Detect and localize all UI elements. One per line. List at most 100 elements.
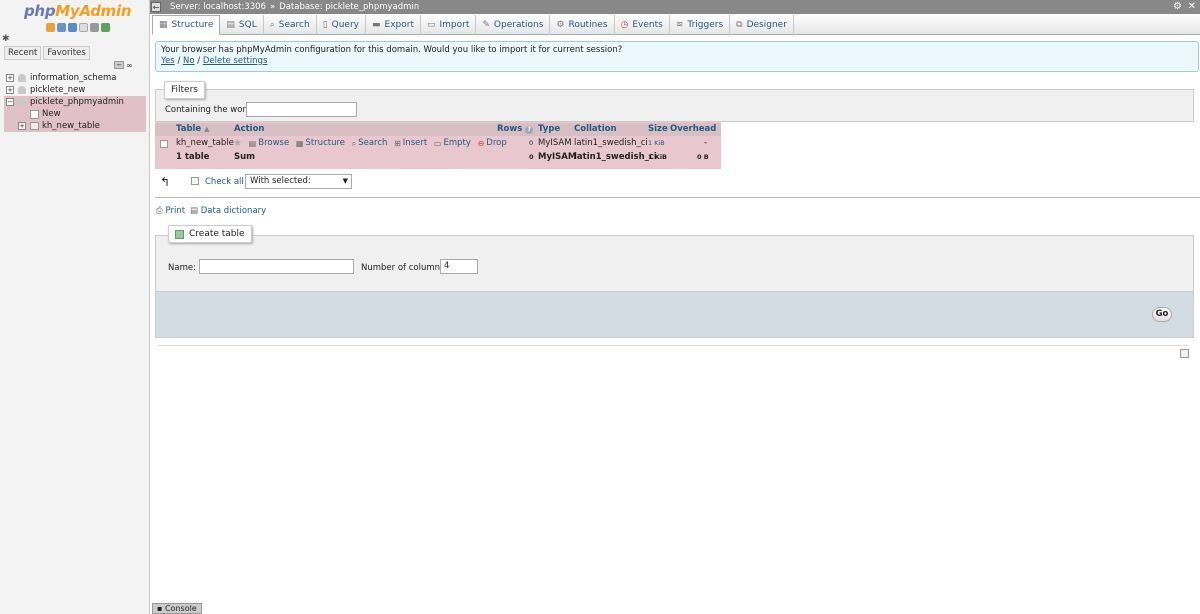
reload-icon[interactable]: [101, 23, 110, 32]
phpmyadmin-logo[interactable]: phpMyAdmin: [24, 2, 132, 20]
help-icon[interactable]: ?: [525, 126, 534, 134]
docs-icon[interactable]: [79, 23, 88, 32]
console-toggle[interactable]: ▪ Console: [152, 603, 202, 614]
table-sum-row: 1 table Sum 0 MyISAM latin1_swedish_ci 1…: [155, 151, 721, 164]
tab-search[interactable]: ⌕ Search: [264, 15, 317, 35]
collapse-nav-button[interactable]: ←: [151, 2, 161, 12]
tab-import[interactable]: ▭ Import: [421, 15, 477, 35]
empty-action[interactable]: ▭ Empty: [434, 137, 471, 150]
notice-no-link[interactable]: No: [183, 56, 195, 66]
home-icon[interactable]: [46, 23, 55, 32]
go-button[interactable]: Go: [1152, 307, 1172, 322]
favorite-star-icon[interactable]: ★: [233, 137, 242, 150]
empty-icon: ▭: [433, 139, 442, 148]
row-size[interactable]: 1 KiB: [648, 137, 665, 150]
tree-item-information-schema[interactable]: + information_schema: [0, 72, 150, 84]
expand-icon[interactable]: +: [18, 122, 26, 130]
with-selected-dropdown[interactable]: With selected: ▼: [245, 174, 352, 189]
table-list: Table ▲ Action Rows ? Type Collation Siz…: [155, 122, 721, 169]
filters-legend: Filters: [164, 81, 205, 99]
wrench-icon: ✎: [482, 20, 490, 30]
tree-item-kh-new-table[interactable]: + kh_new_table: [4, 120, 146, 132]
structure-icon: ▦: [159, 20, 168, 30]
table-name-link[interactable]: kh_new_table: [176, 137, 234, 150]
tab-favorites[interactable]: Favorites: [43, 46, 90, 60]
tab-designer[interactable]: ⧉ Designer: [730, 15, 794, 35]
page-settings-icon[interactable]: [1180, 349, 1189, 358]
header-overhead[interactable]: Overhead: [670, 123, 716, 136]
print-link[interactable]: ⎙ Print: [156, 206, 185, 216]
structure-action[interactable]: ▦ Structure: [296, 137, 345, 150]
search-icon: ⌕: [351, 139, 357, 148]
tab-events[interactable]: ◷ Events: [615, 15, 670, 35]
arrow-up-icon: ↰: [160, 175, 171, 189]
tree-item-new[interactable]: New: [4, 108, 146, 120]
row-collation: latin1_swedish_ci: [574, 138, 648, 148]
expand-icon[interactable]: +: [6, 86, 14, 94]
tab-recent[interactable]: Recent: [4, 46, 42, 60]
data-dictionary-link[interactable]: ▤ Data dictionary: [190, 206, 266, 216]
sql-icon: ▤: [226, 20, 235, 30]
name-label: Name:: [168, 263, 196, 273]
row-checkbox[interactable]: [160, 140, 168, 148]
check-all-label[interactable]: Check all: [205, 177, 244, 187]
check-all-checkbox[interactable]: [191, 177, 199, 185]
tab-query[interactable]: ▯ Query: [317, 15, 366, 35]
table-icon: [30, 122, 39, 130]
num-columns-input[interactable]: 4: [440, 259, 478, 274]
insert-icon: ⊞: [394, 139, 401, 148]
gear-icon[interactable]: [90, 23, 99, 32]
table-row: kh_new_table ★ ▤ Browse ▦ Structure ⌕ Searc…: [155, 137, 721, 150]
create-table-footer: [155, 292, 1194, 338]
tab-export[interactable]: ▬ Export: [366, 15, 421, 35]
breadcrumb-separator: »: [269, 2, 276, 12]
tab-routines[interactable]: ⚙ Routines: [550, 15, 615, 35]
divider: [158, 345, 1188, 346]
new-table-icon: [30, 110, 39, 119]
sum-rows: 0: [529, 153, 534, 161]
table-name-input[interactable]: [199, 259, 354, 274]
collapse-all-button[interactable]: −: [114, 61, 124, 69]
tree-item-picklete-phpmyadmin[interactable]: − picklete_phpmyadmin: [4, 96, 146, 108]
search-icon: ⌕: [269, 20, 275, 30]
help-icon[interactable]: [68, 23, 77, 32]
breadcrumb-server[interactable]: Server: localhost:3306: [170, 0, 266, 14]
designer-icon: ⧉: [736, 20, 743, 30]
header-size[interactable]: Size: [648, 123, 668, 136]
routines-icon: ⚙: [556, 20, 565, 30]
tab-operations[interactable]: ✎ Operations: [476, 15, 551, 35]
sort-icon: ▲: [204, 125, 210, 133]
notice-yes-link[interactable]: Yes: [161, 56, 175, 66]
sum-table-count: 1 table: [176, 152, 210, 162]
header-collation[interactable]: Collation: [574, 123, 617, 136]
filter-input[interactable]: [246, 102, 357, 117]
tab-structure[interactable]: ▦ Structure: [152, 15, 221, 35]
browse-action[interactable]: ▤ Browse: [249, 137, 290, 150]
tab-triggers[interactable]: ≋ Triggers: [670, 15, 731, 35]
drop-icon: ⊖: [477, 139, 485, 148]
tree-item-picklete-new[interactable]: + picklete_new: [0, 84, 150, 96]
link-icon[interactable]: ∞: [126, 61, 133, 70]
header-table[interactable]: Table ▲: [176, 123, 210, 136]
database-icon: [18, 98, 26, 106]
settings-icon[interactable]: ⚙: [1173, 0, 1182, 14]
query-icon: ▯: [322, 20, 328, 30]
logout-icon[interactable]: [57, 23, 66, 32]
drop-action[interactable]: ⊖ Drop: [478, 137, 507, 150]
expand-icon[interactable]: +: [6, 74, 14, 82]
export-icon: ▬: [372, 20, 381, 30]
columns-label: Number of columns:: [361, 263, 448, 273]
row-actions: ★ ▤ Browse ▦ Structure ⌕ Search ⊞ Insert ▭ Em…: [233, 137, 511, 151]
tab-sql[interactable]: ▤ SQL: [220, 15, 264, 35]
printer-icon: ⎙: [156, 206, 163, 216]
sum-overhead: 0 B: [697, 153, 709, 161]
header-type[interactable]: Type: [538, 123, 560, 136]
close-icon[interactable]: ✕: [1188, 0, 1196, 14]
search-action[interactable]: ⌕ Search: [352, 137, 388, 150]
insert-action[interactable]: ⊞ Insert: [394, 137, 427, 150]
table-header-row: Table ▲ Action Rows ? Type Collation Siz…: [155, 123, 721, 136]
collapse-icon[interactable]: −: [6, 98, 14, 106]
notice-delete-settings-link[interactable]: Delete settings: [203, 56, 268, 66]
header-rows[interactable]: Rows ?: [497, 123, 534, 136]
breadcrumb-database[interactable]: Database: picklete_phpmyadmin: [279, 0, 419, 14]
